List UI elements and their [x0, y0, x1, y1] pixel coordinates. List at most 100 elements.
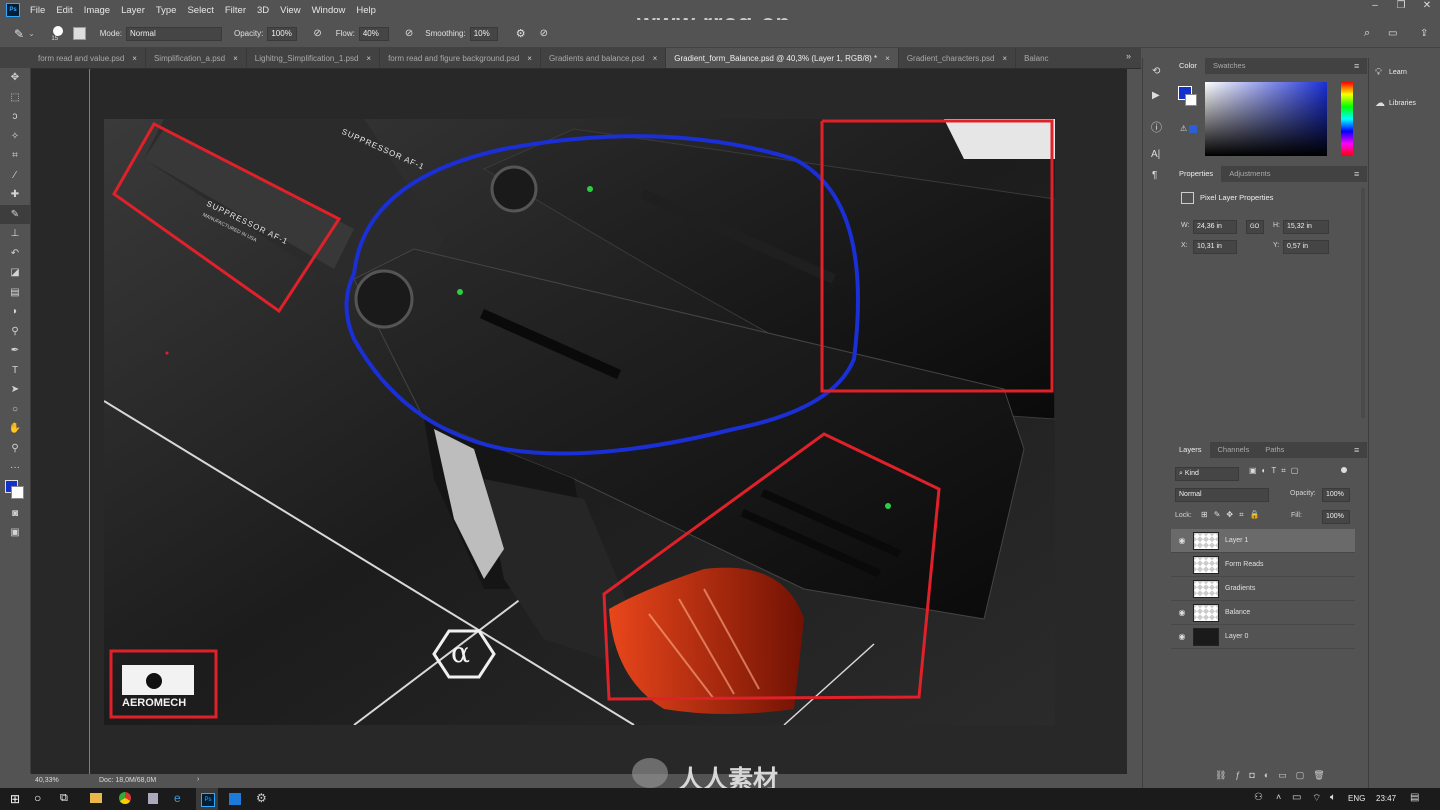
menu-help[interactable]: Help: [356, 5, 376, 16]
tab-doc-8[interactable]: Balanc: [1016, 48, 1056, 68]
close-icon[interactable]: ×: [132, 54, 137, 63]
volume-icon[interactable]: 🔈︎: [1330, 792, 1336, 803]
magic-wand-tool-icon[interactable]: ✧: [0, 127, 30, 147]
libraries-icon[interactable]: ☁: [1375, 98, 1385, 109]
width-field[interactable]: 24,36 in: [1193, 220, 1237, 234]
height-field[interactable]: 15,32 in: [1283, 220, 1329, 234]
layer-filter-kind[interactable]: ⌕ Kind: [1175, 467, 1239, 481]
share-icon[interactable]: ⇪: [1420, 28, 1428, 39]
y-field[interactable]: 0,57 in: [1283, 240, 1329, 254]
libraries-button[interactable]: Libraries: [1389, 100, 1416, 107]
layer-row-balance[interactable]: ◉ Balance: [1171, 601, 1355, 625]
document-canvas[interactable]: SUPPRESSOR AF-1 SUPPRESSOR AF-1 MANUFACT…: [104, 119, 1055, 725]
marquee-tool-icon[interactable]: ⬚: [0, 88, 30, 108]
paragraph-panel-icon[interactable]: ¶: [1152, 170, 1157, 181]
smoothing-field[interactable]: 10%: [469, 26, 498, 41]
edge-icon[interactable]: e: [174, 791, 181, 805]
task-view-icon[interactable]: ⧉: [60, 792, 68, 805]
actions-panel-icon[interactable]: ▶: [1152, 90, 1160, 101]
type-tool-icon[interactable]: T: [0, 361, 30, 381]
properties-scrollbar[interactable]: [1361, 188, 1365, 418]
brush-tool-icon[interactable]: ✎: [0, 204, 30, 224]
close-icon[interactable]: ✕: [1414, 0, 1440, 14]
layer-filter-icons[interactable]: ▣◐T⌗▢: [1249, 466, 1303, 476]
menu-select[interactable]: Select: [187, 5, 213, 16]
learn-button[interactable]: Learn: [1389, 69, 1407, 76]
tab-paths[interactable]: Paths: [1257, 442, 1292, 458]
photoshop-taskbar-icon[interactable]: Ps: [201, 793, 215, 807]
move-tool-icon[interactable]: ✥: [0, 68, 30, 88]
tab-doc-1[interactable]: form read and value.psd ×: [0, 48, 146, 68]
hand-tool-icon[interactable]: ✋: [0, 419, 30, 439]
layers-footer-icons[interactable]: ⛓ƒ◘◐▭▢🗑: [1215, 770, 1334, 781]
opacity-field[interactable]: 100%: [267, 26, 298, 41]
panel-menu-icon[interactable]: ≡: [1354, 445, 1359, 455]
brush-preset-picker[interactable]: 15: [47, 25, 63, 42]
close-icon[interactable]: ×: [1002, 54, 1007, 63]
history-panel-icon[interactable]: ⟲: [1152, 66, 1160, 77]
gear-icon[interactable]: ⚙: [516, 27, 526, 40]
tray-icon[interactable]: ▭: [1292, 792, 1301, 803]
tab-properties[interactable]: Properties: [1171, 166, 1222, 182]
menu-edit[interactable]: Edit: [56, 5, 72, 16]
brush-tool-icon[interactable]: ✎: [14, 27, 24, 41]
tab-doc-4[interactable]: form read and figure background.psd ×: [380, 48, 541, 68]
tab-layers[interactable]: Layers: [1171, 442, 1210, 458]
menu-image[interactable]: Image: [84, 5, 110, 16]
search-icon[interactable]: ○: [34, 791, 41, 805]
eraser-tool-icon[interactable]: ◪: [0, 263, 30, 283]
menu-file[interactable]: File: [30, 5, 45, 16]
fill-field[interactable]: 100%: [1322, 510, 1350, 524]
airbrush-icon[interactable]: ⊘: [405, 28, 413, 39]
close-icon[interactable]: ×: [885, 54, 890, 63]
close-icon[interactable]: ×: [653, 54, 658, 63]
flow-field[interactable]: 40%: [358, 26, 389, 41]
tab-adjustments[interactable]: Adjustments: [1221, 166, 1278, 182]
lightbulb-icon[interactable]: 💡︎: [1375, 67, 1382, 78]
panel-menu-icon[interactable]: ≡: [1354, 169, 1359, 179]
tab-swatches[interactable]: Swatches: [1205, 58, 1254, 74]
chrome-icon[interactable]: [119, 792, 131, 804]
eyedropper-tool-icon[interactable]: ⁄: [0, 166, 30, 186]
pen-tool-icon[interactable]: ✒: [0, 341, 30, 361]
layer-row-gradients[interactable]: Gradients: [1171, 577, 1355, 601]
menu-view[interactable]: View: [280, 5, 300, 16]
blend-mode-select[interactable]: Normal: [1175, 488, 1269, 502]
zoom-level[interactable]: 40,33%: [35, 777, 59, 784]
visibility-eye-icon[interactable]: ◉: [1171, 632, 1193, 641]
layer-opacity-field[interactable]: 100%: [1322, 488, 1350, 502]
x-field[interactable]: 10,31 in: [1193, 240, 1237, 254]
workspace-icon[interactable]: ▭: [1388, 28, 1397, 39]
history-brush-tool-icon[interactable]: ↶: [0, 244, 30, 264]
network-icon[interactable]: ⌔: [1312, 792, 1321, 805]
web-safe-swatch[interactable]: [1189, 125, 1197, 133]
tab-doc-5[interactable]: Gradients and balance.psd ×: [541, 48, 667, 68]
color-swatches[interactable]: [0, 478, 30, 504]
brush-panel-icon[interactable]: [72, 27, 86, 40]
ellipse-tool-icon[interactable]: ○: [0, 400, 30, 420]
layer-row-form-reads[interactable]: Form Reads: [1171, 553, 1355, 577]
link-dimensions-button[interactable]: GO: [1246, 220, 1264, 234]
layer-row-layer-0[interactable]: ◉ Layer 0: [1171, 625, 1355, 649]
close-icon[interactable]: ×: [527, 54, 532, 63]
tab-doc-active[interactable]: Gradient_form_Balance.psd @ 40,3% (Layer…: [666, 48, 899, 68]
background-color-swatch[interactable]: [11, 485, 24, 499]
blur-tool-icon[interactable]: ◗: [0, 302, 30, 322]
menu-window[interactable]: Window: [312, 5, 346, 16]
color-background-swatch[interactable]: [1185, 94, 1197, 106]
filter-toggle-icon[interactable]: [1341, 467, 1347, 473]
quick-mask-icon[interactable]: ◙: [0, 504, 30, 524]
screen-mode-icon[interactable]: ▣: [0, 523, 30, 543]
panel-menu-icon[interactable]: ≡: [1354, 61, 1359, 71]
info-panel-icon[interactable]: ⓘ: [1151, 119, 1162, 135]
dodge-tool-icon[interactable]: ⚲: [0, 322, 30, 342]
app-icon[interactable]: [148, 793, 158, 804]
visibility-eye-icon[interactable]: ◉: [1171, 536, 1193, 545]
notifications-icon[interactable]: ▤: [1410, 792, 1419, 803]
tab-doc-7[interactable]: Gradient_characters.psd ×: [899, 48, 1017, 68]
minimize-icon[interactable]: –: [1362, 0, 1388, 14]
lasso-tool-icon[interactable]: ↄ: [0, 107, 30, 127]
tray-up-icon[interactable]: ˄: [1276, 792, 1281, 802]
status-menu-icon[interactable]: ›: [197, 776, 199, 783]
clone-stamp-tool-icon[interactable]: ⊥: [0, 224, 30, 244]
